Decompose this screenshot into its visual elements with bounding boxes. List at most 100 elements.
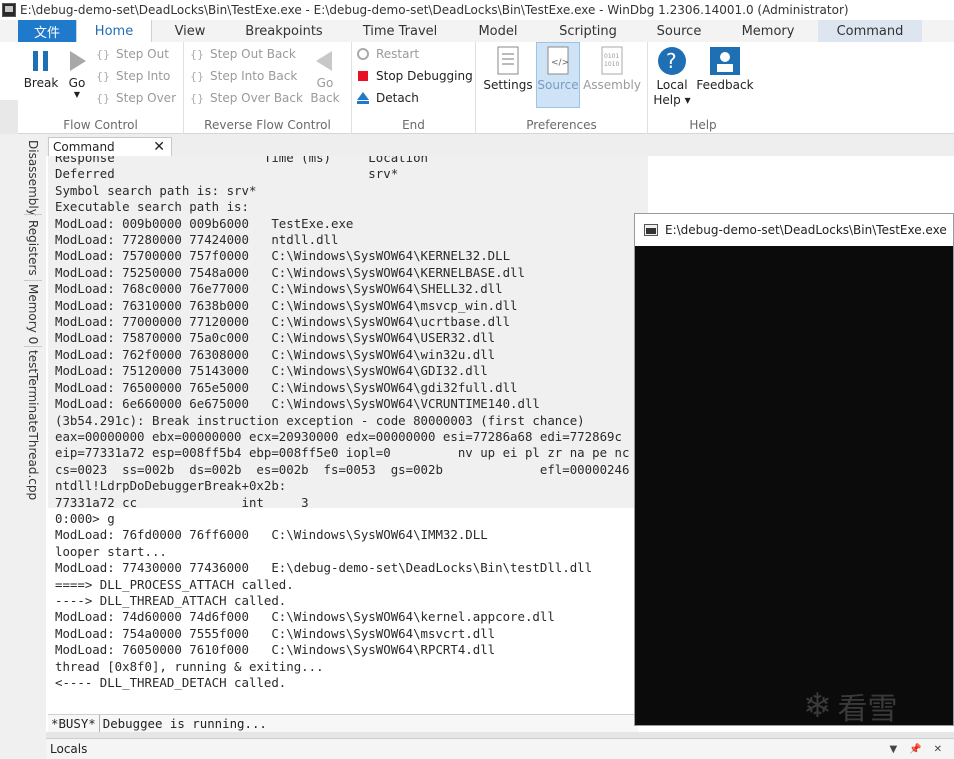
step-out-back-button[interactable]: {} Step Out Back — [190, 44, 296, 64]
dropdown-icon[interactable]: ▼ — [889, 744, 897, 755]
output-line: Symbol search path is: srv* — [55, 182, 257, 198]
feedback-icon — [710, 47, 740, 75]
step-over-icon: {} — [96, 91, 110, 105]
tab-view[interactable]: View — [152, 20, 228, 42]
tab-home[interactable]: Home — [76, 20, 152, 42]
side-tab-source-file[interactable]: testTerminateThread.cpp — [24, 350, 42, 500]
close-icon[interactable]: ✕ — [934, 744, 942, 755]
command-tab-label: Command — [53, 140, 115, 154]
status-message: Debuggee is running... — [102, 716, 267, 731]
settings-label: Settings — [483, 78, 533, 92]
source-button[interactable]: </> Source — [536, 42, 580, 108]
command-output[interactable]: Response Time (ms) Location Deferred srv*… — [48, 156, 648, 714]
tab-memory[interactable]: Memory — [718, 20, 818, 42]
step-over-back-label: Step Over Back — [210, 91, 303, 105]
output-line: ModLoad: 77000000 77120000 C:\Windows\Sy… — [55, 314, 511, 330]
output-line: Response Time (ms) Location — [55, 156, 428, 165]
svg-text:{}: {} — [190, 92, 204, 105]
output-line: ModLoad: 768c0000 76e77000 C:\Windows\Sy… — [55, 281, 503, 297]
output-line: ModLoad: 77430000 77436000 E:\debug-demo… — [55, 560, 593, 576]
output-line: ModLoad: 77280000 77424000 ntdll.dll — [55, 232, 339, 248]
step-out-button[interactable]: {} Step Out — [96, 44, 169, 64]
side-tab-memory-0[interactable]: Memory 0 — [24, 284, 42, 344]
assembly-button[interactable]: 0101 1010 Assembly — [583, 46, 641, 93]
stop-debugging-button[interactable]: Stop Debugging — [356, 66, 473, 86]
detach-button[interactable]: Detach — [356, 88, 419, 108]
command-tab-strip — [46, 134, 954, 156]
output-line: ModLoad: 76fd0000 76ff6000 C:\Windows\Sy… — [55, 527, 488, 543]
close-icon[interactable]: ✕ — [153, 140, 165, 154]
output-line: ModLoad: 754a0000 7555f000 C:\Windows\Sy… — [55, 625, 496, 641]
output-line: ModLoad: 74d60000 74d6f000 C:\Windows\Sy… — [55, 609, 555, 625]
group-label-reverse-flow-control: Reverse Flow Control — [204, 118, 331, 132]
command-tab[interactable]: Command ✕ — [48, 137, 172, 156]
output-line: ModLoad: 75870000 75a0c000 C:\Windows\Sy… — [55, 330, 496, 346]
local-help-label-line2: Help ▾ — [653, 93, 691, 107]
tab-model[interactable]: Model — [460, 20, 536, 42]
output-line: cs=0023 ss=002b ds=002b es=002b fs=0053 … — [55, 461, 630, 477]
feedback-label: Feedback — [696, 78, 754, 92]
restart-icon — [356, 47, 370, 61]
step-over-back-icon: {} — [190, 91, 204, 105]
tab-scripting[interactable]: Scripting — [536, 20, 640, 42]
output-line: ModLoad: 762f0000 76308000 C:\Windows\Sy… — [55, 346, 496, 362]
output-line: thread [0x8f0], running & exiting... — [55, 658, 324, 674]
step-into-label: Step Into — [116, 69, 171, 83]
output-line: <---- DLL_THREAD_DETACH called. — [55, 675, 287, 690]
stop-debugging-label: Stop Debugging — [376, 69, 473, 83]
tab-time-travel[interactable]: Time Travel — [340, 20, 460, 42]
svg-text:?: ? — [666, 49, 677, 73]
stop-icon — [356, 69, 370, 83]
break-button[interactable]: Break — [24, 48, 58, 91]
step-over-back-button[interactable]: {} Step Over Back — [190, 88, 303, 108]
go-back-button[interactable]: Go Back — [308, 48, 342, 106]
side-tab-disassembly[interactable]: Disassembly — [24, 140, 42, 216]
step-over-label: Step Over — [116, 91, 176, 105]
pin-icon[interactable]: 📌 — [909, 744, 921, 755]
svg-text:{}: {} — [96, 92, 110, 105]
go-back-label-line1: Go — [316, 76, 334, 90]
local-help-button[interactable]: ? Local Help ▾ — [652, 46, 692, 108]
pause-icon — [33, 51, 48, 71]
output-line: ModLoad: 6e660000 6e675000 C:\Windows\Sy… — [55, 396, 540, 412]
windbg-app-icon[interactable] — [2, 3, 16, 17]
step-into-back-label: Step Into Back — [210, 69, 298, 83]
group-flow-control: Break Go ▼ {} Step Out {} Step Into {} S… — [18, 42, 184, 134]
tab-breakpoints[interactable]: Breakpoints — [228, 20, 340, 42]
detach-icon — [356, 91, 370, 105]
tab-file[interactable]: 文件 — [18, 20, 76, 42]
restart-button[interactable]: Restart — [356, 44, 419, 64]
ribbon: Break Go ▼ {} Step Out {} Step Into {} S… — [18, 42, 954, 134]
output-line: 0:000> g — [55, 510, 115, 526]
go-back-label-line2: Back — [310, 91, 340, 105]
side-tab-strip: Disassembly Registers Memory 0 testTermi… — [0, 134, 46, 759]
output-line: eax=00000000 ebx=00000000 ecx=20930000 e… — [55, 428, 622, 444]
step-into-back-button[interactable]: {} Step Into Back — [190, 66, 297, 86]
step-into-button[interactable]: {} Step Into — [96, 66, 170, 86]
output-line: ntdll!LdrpDoDebuggerBreak+0x2b: — [55, 478, 287, 494]
output-line: ----> DLL_THREAD_ATTACH called. — [55, 592, 287, 608]
svg-text:1010: 1010 — [604, 61, 619, 68]
go-button[interactable]: Go ▼ — [64, 48, 90, 99]
break-label: Break — [23, 76, 59, 90]
console-title-bar[interactable]: E:\debug-demo-set\DeadLocks\Bin\TestExe.… — [635, 214, 953, 246]
side-tab-divider — [24, 346, 42, 347]
output-line: 77331a72 cc int 3 — [55, 494, 309, 510]
step-out-label: Step Out — [116, 47, 169, 61]
go-dropdown-icon: ▼ — [73, 90, 81, 99]
console-window[interactable]: E:\debug-demo-set\DeadLocks\Bin\TestExe.… — [634, 213, 954, 727]
tab-source[interactable]: Source — [640, 20, 718, 42]
detach-label: Detach — [376, 91, 419, 105]
feedback-button[interactable]: Feedback — [696, 46, 754, 93]
step-out-back-icon: {} — [190, 47, 204, 61]
settings-button[interactable]: Settings — [483, 46, 533, 93]
svg-text:{}: {} — [190, 70, 204, 83]
tab-command[interactable]: Command — [818, 20, 922, 42]
step-over-button[interactable]: {} Step Over — [96, 88, 176, 108]
console-app-icon — [644, 224, 658, 236]
step-into-icon: {} — [96, 69, 110, 83]
group-label-flow-control: Flow Control — [63, 118, 138, 132]
step-out-back-label: Step Out Back — [210, 47, 296, 61]
side-tab-registers[interactable]: Registers — [24, 220, 42, 276]
output-line: Deferred srv* — [55, 166, 399, 182]
